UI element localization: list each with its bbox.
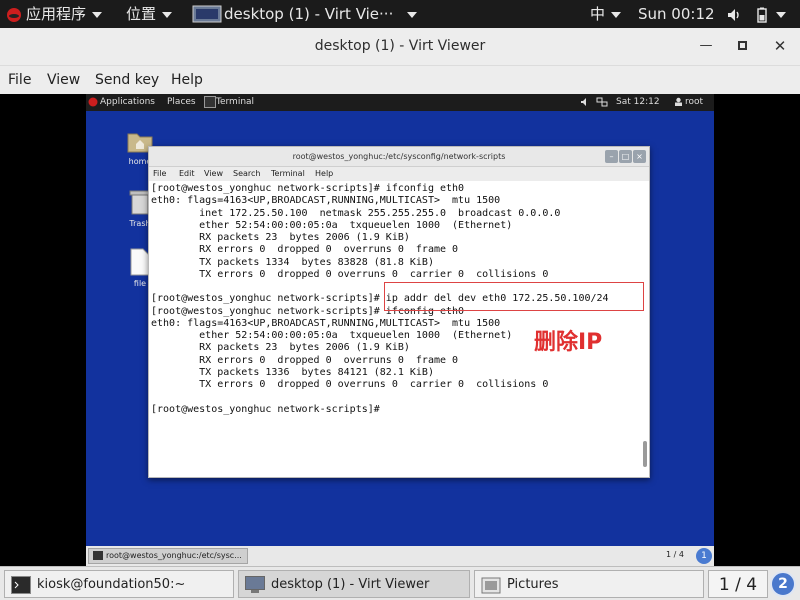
guest-user-label: root [685, 97, 704, 107]
terminal-menu-file[interactable]: File [153, 169, 166, 178]
guest-bottom-bar: root@westos_yonghuc:/etc/sysc... 1 / 4 1 [86, 546, 714, 566]
terminal-menu-view[interactable]: View [204, 169, 223, 178]
minimize-icon[interactable]: — [697, 37, 715, 55]
terminal-window[interactable]: root@westos_yonghuc:/etc/sysconfig/netwo… [148, 146, 650, 478]
terminal-menu-bar: File Edit View Search Terminal Help [149, 167, 649, 181]
document-icon [130, 248, 150, 276]
guest-user-menu[interactable]: root [674, 94, 703, 111]
menu-help[interactable]: Help [171, 72, 203, 88]
volume-icon[interactable] [726, 0, 742, 28]
maximize-icon[interactable] [733, 37, 751, 55]
guest-clock-label: Sat 12:12 [616, 97, 660, 107]
input-method-indicator[interactable]: 中 [590, 0, 622, 28]
host-task-pictures-label: Pictures [507, 577, 559, 592]
guest-clock[interactable]: Sat 12:12 [616, 94, 660, 111]
menu-file[interactable]: File [8, 72, 31, 88]
host-task-virt-viewer-label: desktop (1) - Virt Viewer [271, 577, 430, 592]
terminal-menu-terminal[interactable]: Terminal [271, 169, 305, 178]
host-workspace-pager[interactable]: 1 / 4 [708, 570, 768, 598]
terminal-title: root@westos_yonghuc:/etc/sysconfig/netwo… [292, 152, 506, 161]
menu-send-key[interactable]: Send key [95, 72, 159, 88]
guest-notification-badge[interactable]: 1 [696, 548, 712, 564]
window-menu-bar: File View Send key Help [0, 66, 800, 94]
terminal-menu-edit[interactable]: Edit [179, 169, 195, 178]
guest-terminal-task[interactable]: Terminal [204, 94, 254, 111]
close-icon[interactable]: × [633, 150, 646, 163]
terminal-icon [11, 576, 31, 594]
maximize-icon[interactable]: □ [619, 150, 632, 163]
host-top-bar: 应用程序 位置 desktop (1) - Virt Vie··· 中 Sun … [0, 0, 800, 28]
redhat-logo-icon [88, 97, 98, 106]
user-icon [675, 97, 682, 106]
monitor-icon [245, 576, 265, 593]
host-active-task-label: desktop (1) - Virt Vie··· [224, 5, 394, 23]
battery-icon[interactable] [755, 0, 769, 28]
host-places-menu[interactable]: 位置 [126, 0, 173, 28]
window-title-bar[interactable]: desktop (1) - Virt Viewer — ✕ [0, 28, 800, 66]
menu-view[interactable]: View [47, 72, 80, 88]
host-active-task-menu[interactable]: desktop (1) - Virt Vie··· [192, 0, 418, 28]
annotation-highlight-box [384, 282, 644, 311]
guest-network-icon[interactable] [596, 94, 608, 111]
terminal-window-controls: – □ × [605, 150, 646, 163]
annotation-label: 删除IP [534, 330, 603, 355]
folder-icon [481, 577, 501, 594]
host-task-virt-viewer[interactable]: desktop (1) - Virt Viewer [238, 570, 470, 598]
host-notification-badge[interactable]: 2 [770, 571, 796, 597]
guest-taskbar-terminal[interactable]: root@westos_yonghuc:/etc/sysc... [88, 548, 248, 564]
host-places-label: 位置 [126, 5, 157, 23]
chevron-down-icon [611, 11, 622, 18]
guest-volume-icon[interactable] [580, 94, 590, 111]
chevron-down-icon [92, 11, 103, 18]
desktop-icon-file-label: file [133, 279, 147, 288]
minimize-icon[interactable]: – [605, 150, 618, 163]
host-apps-menu[interactable]: 应用程序 [6, 0, 103, 28]
host-clock-label: Sun 00:12 [638, 5, 715, 23]
host-task-terminal[interactable]: kiosk@foundation50:~ [4, 570, 234, 598]
host-task-terminal-label: kiosk@foundation50:~ [37, 577, 186, 592]
guest-taskbar-terminal-label: root@westos_yonghuc:/etc/sysc... [106, 551, 242, 560]
guest-workspace-pager[interactable]: 1 / 4 [666, 550, 684, 559]
host-task-pictures[interactable]: Pictures [474, 570, 704, 598]
host-apps-label: 应用程序 [26, 5, 87, 23]
close-icon[interactable]: ✕ [771, 37, 789, 55]
terminal-icon [204, 95, 216, 108]
monitor-icon [192, 5, 222, 22]
terminal-icon [93, 551, 103, 560]
terminal-title-bar[interactable]: root@westos_yonghuc:/etc/sysconfig/netwo… [149, 147, 649, 167]
chevron-down-icon [407, 11, 418, 18]
terminal-scrollbar[interactable] [643, 441, 647, 467]
host-bottom-bar: kiosk@foundation50:~ desktop (1) - Virt … [0, 566, 800, 600]
window-title: desktop (1) - Virt Viewer [314, 38, 486, 54]
chevron-down-icon [162, 11, 173, 18]
terminal-menu-search[interactable]: Search [233, 169, 260, 178]
input-method-label: 中 [590, 5, 606, 23]
guest-top-bar: Applications Places Terminal Sat 12:12 r… [86, 94, 714, 111]
guest-places-label: Places [167, 97, 196, 107]
guest-terminal-label: Terminal [216, 97, 255, 107]
guest-places-menu[interactable]: Places [167, 94, 196, 111]
guest-desktop[interactable]: Applications Places Terminal Sat 12:12 r… [86, 94, 714, 566]
guest-applications-menu[interactable]: Applications [88, 94, 155, 111]
guest-applications-label: Applications [100, 97, 155, 107]
host-clock[interactable]: Sun 00:12 [638, 0, 715, 28]
system-menu-button[interactable] [776, 0, 786, 28]
chevron-down-icon [776, 11, 786, 18]
terminal-menu-help[interactable]: Help [315, 169, 333, 178]
redhat-logo-icon [7, 7, 21, 22]
